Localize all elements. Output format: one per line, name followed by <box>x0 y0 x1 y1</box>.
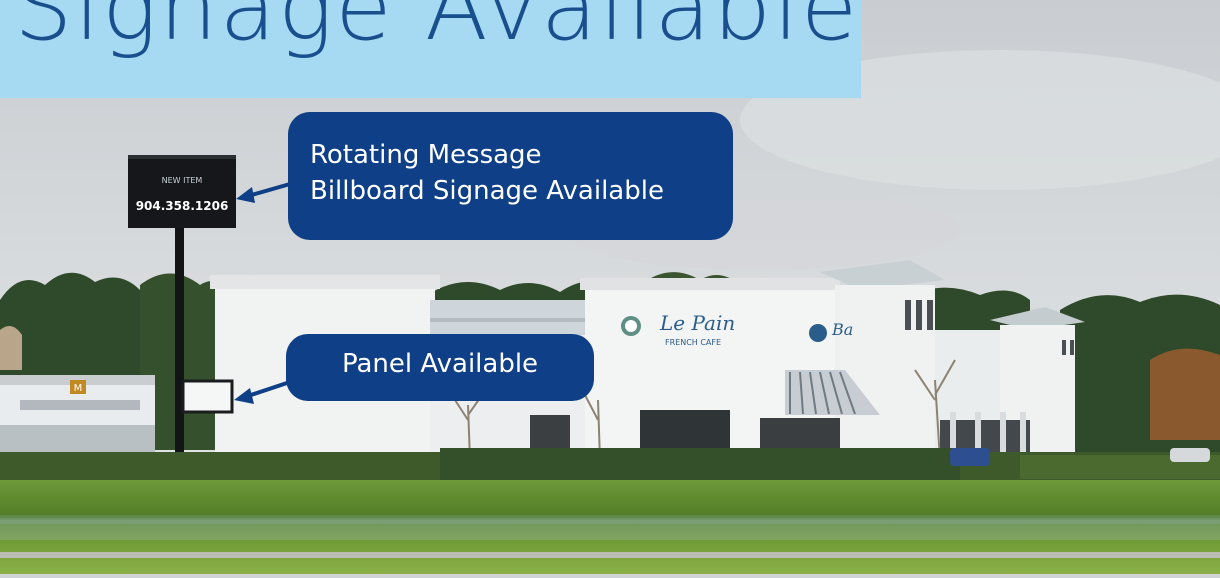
callout-arrows <box>234 182 291 404</box>
panel-callout: Panel Available <box>286 334 594 401</box>
billboard-callout: Rotating Message Billboard Signage Avail… <box>288 112 733 240</box>
billboard-callout-line2: Billboard Signage Available <box>310 176 664 206</box>
arrow-to-billboard <box>236 182 291 203</box>
panel-callout-label: Panel Available <box>341 349 539 379</box>
arrow-to-panel <box>234 380 291 404</box>
billboard-callout-line1: Rotating Message <box>310 140 542 170</box>
